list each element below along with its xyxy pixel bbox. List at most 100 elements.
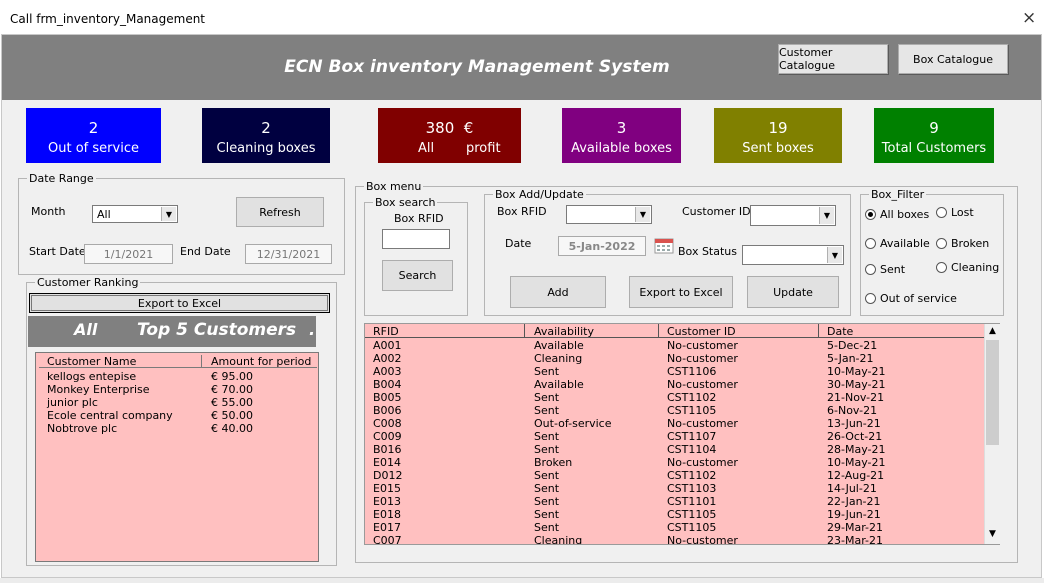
customer-amount: € 55.00 — [211, 396, 253, 409]
col-customer-name: Customer Name — [47, 355, 137, 368]
table-row[interactable]: E017 Sent CST1105 29-Mar-21 — [365, 521, 985, 534]
customer-amount: € 40.00 — [211, 422, 253, 435]
table-row[interactable]: E014 Broken No-customer 10-May-21 — [365, 456, 985, 469]
column-divider — [818, 324, 819, 338]
availability-cell: Sent — [534, 469, 560, 482]
customer-id-select[interactable]: ▼ — [750, 205, 836, 226]
export-excel-button[interactable]: Export to Excel — [629, 276, 733, 308]
radio-icon — [936, 262, 947, 273]
table-row[interactable]: A003 Sent CST1106 10-May-21 — [365, 365, 985, 378]
radio-selected-icon — [865, 209, 876, 220]
customer-name: kellogs entepise — [47, 370, 137, 383]
rfid-cell: E018 — [373, 508, 401, 521]
ranking-title: Top 5 Customers — [137, 320, 297, 340]
box-filter-legend: Box_Filter — [871, 188, 925, 201]
refresh-button[interactable]: Refresh — [236, 197, 324, 227]
customer-name: Monkey Enterprise — [47, 383, 150, 396]
availability-cell: Cleaning — [534, 534, 583, 545]
box-catalogue-button[interactable]: Box Catalogue — [898, 44, 1008, 74]
table-row[interactable]: B004 Available No-customer 30-May-21 — [365, 378, 985, 391]
table-row[interactable]: B005 Sent CST1102 21-Nov-21 — [365, 391, 985, 404]
table-row[interactable]: D012 Sent CST1102 12-Aug-21 — [365, 469, 985, 482]
date-cell: 6-Nov-21 — [827, 404, 878, 417]
chevron-down-icon[interactable]: ▼ — [161, 207, 176, 221]
table-row[interactable]: C007 Cleaning No-customer 23-Mar-21 — [365, 534, 985, 545]
month-select[interactable]: All ▼ — [92, 205, 178, 223]
availability-cell: Sent — [534, 482, 560, 495]
scroll-down-icon[interactable]: ▼ — [986, 529, 999, 542]
date-cell: 22-Jan-21 — [827, 495, 881, 508]
filter-sent-label: Sent — [880, 263, 906, 276]
update-button[interactable]: Update — [747, 276, 839, 308]
customer-id-cell: CST1102 — [667, 469, 717, 482]
month-label: Month — [31, 205, 66, 218]
ranking-row[interactable]: Ecole central company € 50.00 — [39, 409, 317, 422]
availability-cell: Cleaning — [534, 352, 583, 365]
table-row[interactable]: C008 Out-of-service No-customer 13-Jun-21 — [365, 417, 985, 430]
table-row[interactable]: E013 Sent CST1101 22-Jan-21 — [365, 495, 985, 508]
table-row[interactable]: B016 Sent CST1104 28-May-21 — [365, 443, 985, 456]
radio-icon — [865, 264, 876, 275]
availability-cell: Available — [534, 339, 584, 352]
filter-available-radio[interactable]: Available — [865, 237, 930, 250]
end-date-field[interactable]: 12/31/2021 — [245, 244, 332, 264]
search-rfid-input[interactable] — [382, 229, 450, 249]
table-row[interactable]: A002 Cleaning No-customer 5-Jan-21 — [365, 352, 985, 365]
month-value: All — [97, 208, 111, 221]
table-row[interactable]: E018 Sent CST1105 19-Jun-21 — [365, 508, 985, 521]
ranking-export-button[interactable]: Export to Excel — [29, 293, 330, 313]
ranking-row[interactable]: Monkey Enterprise € 70.00 — [39, 383, 317, 396]
filter-all-boxes-radio[interactable]: All boxes — [865, 208, 929, 221]
calendar-icon[interactable] — [654, 237, 674, 254]
ranking-row[interactable]: kellogs entepise € 95.00 — [39, 370, 317, 383]
scroll-up-icon[interactable]: ▲ — [986, 326, 999, 339]
ranking-row[interactable]: junior plc € 55.00 — [39, 396, 317, 409]
ranking-row[interactable]: Nobtrove plc € 40.00 — [39, 422, 317, 435]
filter-sent-radio[interactable]: Sent — [865, 263, 905, 276]
chevron-down-icon[interactable]: ▼ — [819, 207, 834, 224]
table-row[interactable]: E015 Sent CST1103 14-Jul-21 — [365, 482, 985, 495]
ranking-list[interactable]: Customer Name Amount for period kellogs … — [35, 352, 319, 562]
table-row[interactable]: C009 Sent CST1107 26-Oct-21 — [365, 430, 985, 443]
tile-label: Sent boxes — [742, 141, 814, 156]
filter-broken-radio[interactable]: Broken — [936, 237, 989, 250]
filter-lost-radio[interactable]: Lost — [936, 206, 974, 219]
box-status-select[interactable]: ▼ — [742, 245, 844, 265]
tile-value: 9 — [929, 119, 939, 137]
customer-catalogue-button[interactable]: Customer Catalogue — [778, 44, 888, 74]
date-field[interactable]: 5-Jan-2022 — [558, 236, 646, 256]
table-row[interactable]: A001 Available No-customer 5-Dec-21 — [365, 339, 985, 352]
rfid-cell: E015 — [373, 482, 401, 495]
filter-available-label: Available — [880, 237, 930, 250]
box-rfid-select[interactable]: ▼ — [566, 205, 652, 224]
table-row[interactable]: B006 Sent CST1105 6-Nov-21 — [365, 404, 985, 417]
filter-cleaning-radio[interactable]: Cleaning — [936, 261, 999, 274]
chevron-down-icon[interactable]: ▼ — [827, 247, 842, 263]
tile-label-period: All — [418, 141, 435, 156]
customer-id-cell: CST1106 — [667, 365, 717, 378]
rfid-cell: C007 — [373, 534, 402, 545]
search-button[interactable]: Search — [382, 260, 453, 291]
date-cell: 19-Jun-21 — [827, 508, 881, 521]
customer-id-cell: CST1102 — [667, 391, 717, 404]
box-list-scrollbar[interactable]: ▲ ▼ — [984, 324, 1000, 544]
add-button[interactable]: Add — [510, 276, 606, 308]
filter-out-of-service-radio[interactable]: Out of service — [865, 292, 957, 305]
start-date-field[interactable]: 1/1/2021 — [84, 244, 173, 264]
date-cell: 5-Jan-21 — [827, 352, 874, 365]
box-list[interactable]: RFID Availability Customer ID Date A001 A… — [364, 323, 1000, 545]
tile-profit: 380 € All profit — [378, 108, 521, 163]
tile-label: Out of service — [48, 141, 139, 156]
tile-value: 3 — [616, 119, 627, 137]
tile-sent-boxes: 19 Sent boxes — [714, 108, 842, 163]
box-menu-legend: Box menu — [366, 180, 422, 193]
ranking-banner: All Top 5 Customers . — [28, 316, 316, 347]
filter-cleaning-label: Cleaning — [951, 261, 1000, 274]
end-date-label: End Date — [180, 245, 231, 258]
scroll-thumb[interactable] — [986, 340, 999, 445]
close-icon[interactable]: × — [1022, 8, 1036, 28]
box-status-label: Box Status — [678, 245, 737, 258]
column-divider — [201, 355, 202, 368]
customer-name: Ecole central company — [47, 409, 173, 422]
chevron-down-icon[interactable]: ▼ — [635, 207, 650, 222]
